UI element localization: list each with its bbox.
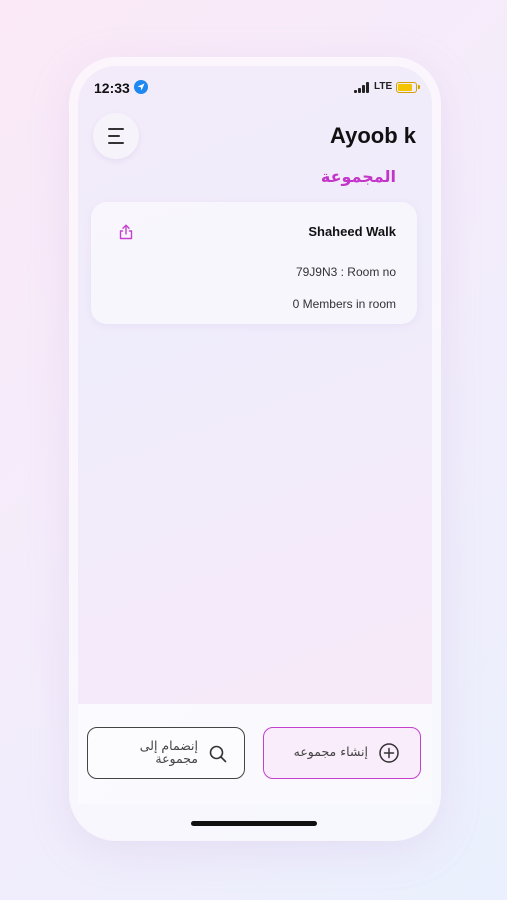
home-indicator[interactable] [191,821,317,826]
app-screen: 12:33 LTE Ayoob k المجموعة Shaheed Walk … [78,66,432,704]
search-icon [208,744,228,768]
room-title: Shaheed Walk [308,224,396,239]
signal-icon [354,82,370,93]
add-circle-icon [378,742,400,768]
join-group-label: إنضمام إلى مجموعة [139,738,198,766]
network-type: LTE [374,81,393,92]
user-name: Ayoob k [330,123,416,148]
location-arrow-icon [134,80,148,94]
share-icon[interactable] [117,223,135,241]
battery-icon [396,82,420,93]
create-group-label: إنشاء مجموعه [293,744,368,759]
room-card[interactable]: Shaheed Walk 79J9N3 : Room no 0 Members … [91,202,417,324]
create-group-button[interactable]: إنشاء مجموعه [263,727,421,779]
room-number: 79J9N3 : Room no [295,265,396,279]
menu-icon-line [108,135,120,137]
menu-icon-line [108,128,124,130]
status-time: 12:33 [94,80,130,96]
menu-button[interactable] [93,113,139,159]
menu-icon-line [108,142,124,144]
join-group-button[interactable]: إنضمام إلى مجموعة [87,727,245,779]
members-count: 0 Members in room [292,297,396,311]
section-title: المجموعة [320,167,396,186]
status-bar: 12:33 LTE [78,66,432,110]
